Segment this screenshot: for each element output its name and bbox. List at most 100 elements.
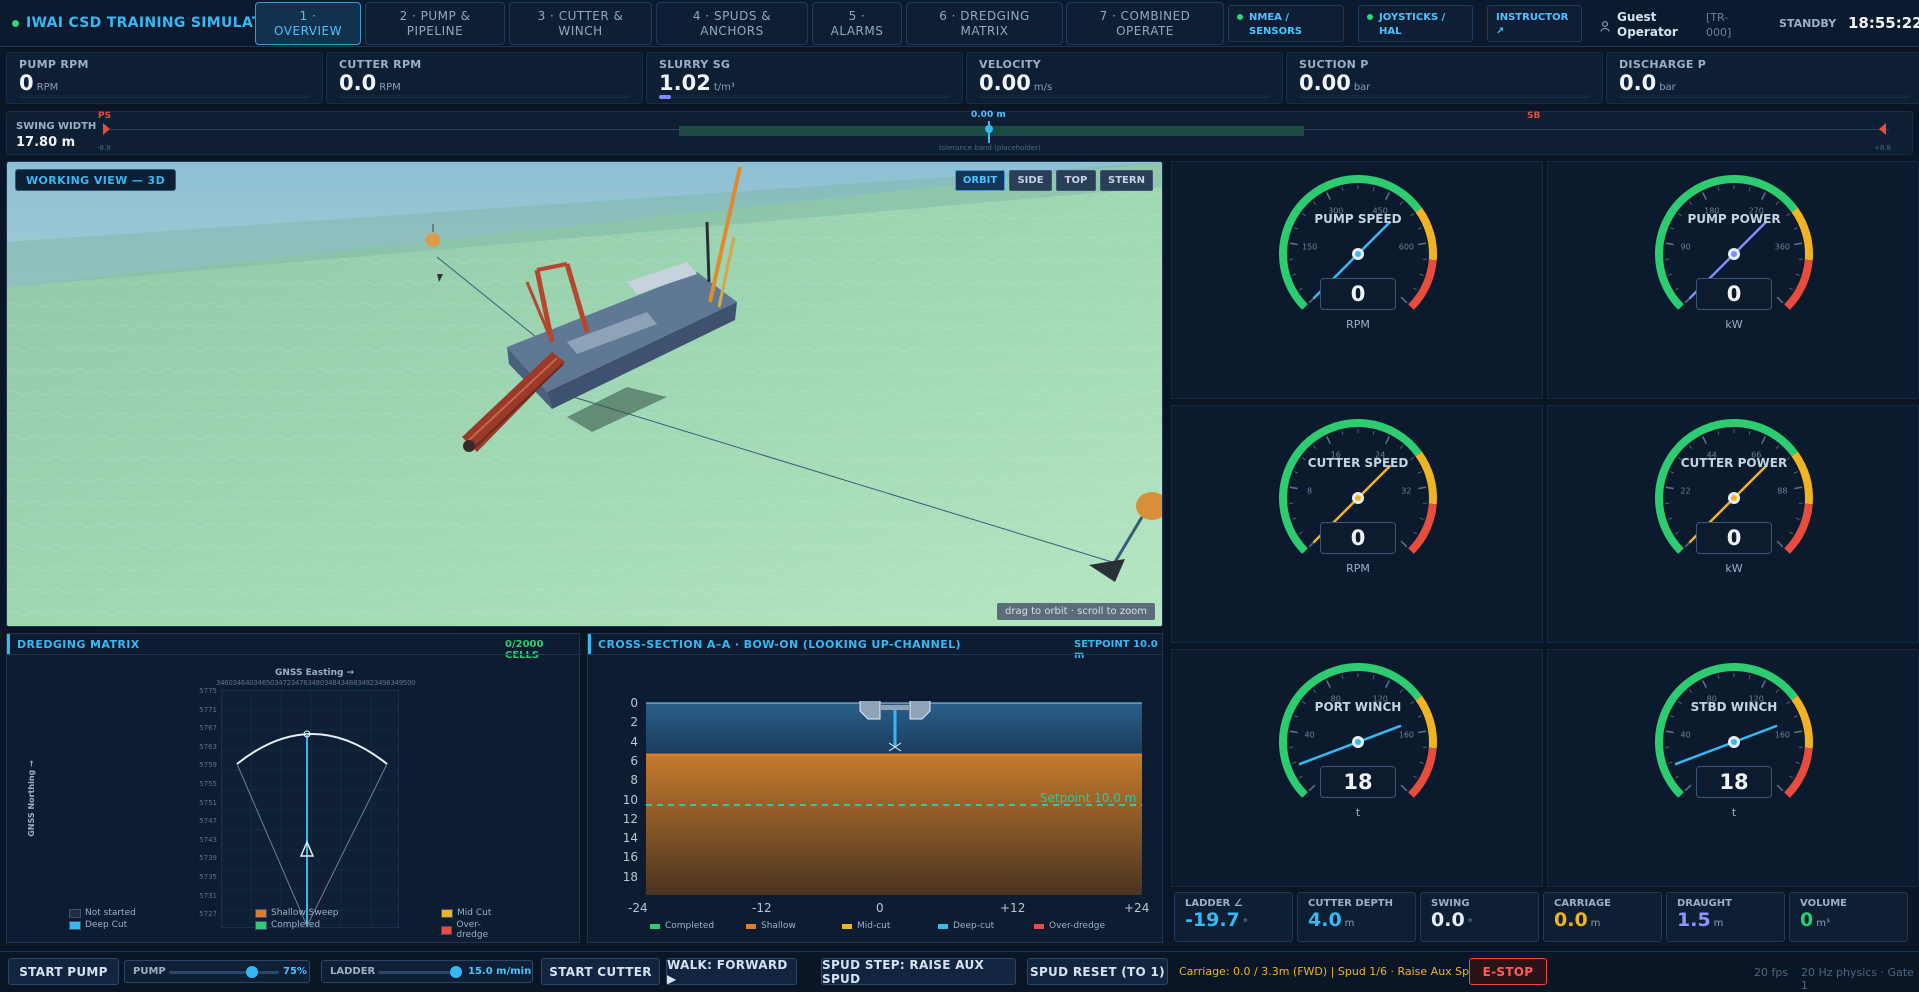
tab-label-2: ANCHORS bbox=[700, 23, 764, 38]
gauge-tick bbox=[1688, 689, 1693, 693]
ladder-slider-track[interactable] bbox=[378, 971, 460, 974]
gauge-title: STBD WINCH bbox=[1690, 700, 1778, 714]
swing-max-label: +8.8 bbox=[1874, 144, 1891, 152]
gauge-tick bbox=[1794, 486, 1803, 490]
status-card-value-row: 1.5 m bbox=[1677, 909, 1774, 931]
status-card-value-row: 0.0 ° bbox=[1431, 909, 1528, 931]
pump-slider[interactable]: PUMP 75% bbox=[124, 960, 310, 983]
legend-label: Shallow Sweep bbox=[271, 908, 339, 918]
gauge-tick bbox=[1795, 273, 1800, 276]
gauge: 90 180 270 360 PUMP POWER 0 kW bbox=[1547, 161, 1919, 399]
gauge-tick bbox=[1413, 287, 1418, 291]
legend-swatch bbox=[255, 920, 267, 930]
tab-overview[interactable]: 1 · OVERVIEW bbox=[255, 2, 361, 45]
cross-y-ticks: 0 2 4 6 8 10 12 14 16 18 bbox=[608, 696, 642, 896]
spud-step-button[interactable]: SPUD STEP: RAISE AUX SPUD bbox=[821, 958, 1016, 986]
pump-slider-track[interactable] bbox=[169, 971, 279, 974]
external-link-icon: ↗ bbox=[1496, 26, 1505, 37]
tab-dredging-matrix[interactable]: 6 · DREDGING MATRIX bbox=[906, 2, 1063, 45]
matrix-y-tick: 5731 bbox=[199, 891, 217, 900]
gauge-scale-label: 360 bbox=[1775, 242, 1790, 251]
user-id: [TR- 000] bbox=[1706, 10, 1731, 40]
gauge-tick bbox=[1298, 775, 1303, 779]
tab-cutter-winch[interactable]: 3 · CUTTER & WINCH bbox=[509, 2, 652, 45]
view-stern-button[interactable]: STERN bbox=[1100, 170, 1153, 191]
gauge-value: 0 bbox=[1726, 282, 1742, 306]
matrix-cell-count: 0/2000 CELLS bbox=[505, 639, 544, 661]
tab-pump-pipeline[interactable]: 2 · PUMP & PIPELINE bbox=[365, 2, 505, 45]
gauge-tick bbox=[1399, 445, 1404, 449]
ladder-slider-label: LADDER bbox=[330, 966, 376, 977]
start-pump-button[interactable]: START PUMP bbox=[8, 958, 119, 985]
gauge-tick bbox=[1308, 784, 1316, 792]
gauge-unit: kW bbox=[1725, 318, 1743, 331]
matrix-y-tick: 5747 bbox=[199, 817, 217, 826]
metric-value-row: 0 RPM bbox=[19, 71, 310, 95]
tab-label-2: ALARMS bbox=[830, 23, 884, 38]
gauge-unit: kW bbox=[1725, 562, 1743, 575]
gauge-tick bbox=[1776, 540, 1784, 548]
ladder-slider[interactable]: LADDER 15.0 m/min bbox=[321, 960, 533, 983]
gauge-tick bbox=[1775, 201, 1780, 205]
status-card-unit: m bbox=[1344, 918, 1355, 929]
scene-3d[interactable] bbox=[7, 162, 1163, 627]
ladder-slider-handle[interactable] bbox=[449, 966, 462, 978]
metric-card: SLURRY SG 1.02 t/m³ bbox=[646, 52, 963, 104]
status-card-unit: m bbox=[1590, 918, 1601, 929]
legend-label: Over-dredge bbox=[1049, 921, 1106, 931]
gauge-arc-alarm bbox=[1408, 503, 1437, 554]
view-orbit-button[interactable]: ORBIT bbox=[955, 170, 1005, 191]
working-view-3d[interactable]: WORKING VIEW — 3D ORBIT SIDE TOP STERN d… bbox=[6, 161, 1163, 627]
gauge-tick bbox=[1372, 674, 1375, 679]
walk-forward-button[interactable]: WALK: FORWARD ▶ bbox=[666, 958, 797, 986]
cross-legend: Completed Shallow Mid-cut Deep-cut Over-dred… bbox=[650, 921, 1150, 935]
chip-label-2: HAL bbox=[1379, 26, 1402, 37]
gauge-tick bbox=[1289, 486, 1298, 490]
swing-min-label: -8.8 bbox=[97, 144, 111, 152]
spud-reset-button[interactable]: SPUD RESET (TO 1) bbox=[1027, 958, 1168, 985]
joysticks-hal-chip[interactable]: JOYSTICKS / HAL bbox=[1358, 5, 1473, 42]
top-bar: IWAI CSD TRAINING SIMULATOR 1 · OVERVIEW … bbox=[0, 0, 1919, 47]
tab-alarms[interactable]: 5 · ALARMS bbox=[812, 2, 902, 45]
cross-y-tick: 12 bbox=[622, 811, 638, 826]
status-card: CUTTER DEPTH 4.0 m bbox=[1297, 892, 1416, 942]
status-card-value-row: 0.0 m bbox=[1554, 909, 1651, 931]
gauge-tick bbox=[1413, 531, 1418, 535]
view-title-badge: WORKING VIEW — 3D bbox=[15, 169, 177, 191]
legend-label: Deep-cut bbox=[953, 921, 995, 931]
metric-value-row: 0.00 bar bbox=[1299, 71, 1590, 95]
gauge-tick bbox=[1298, 287, 1303, 291]
status-card-label: LADDER ∠ bbox=[1185, 898, 1243, 909]
cross-x-tick: -12 bbox=[752, 901, 772, 915]
gauge-tick bbox=[1419, 517, 1424, 520]
tab-combined-operate[interactable]: 7 · COMBINED OPERATE bbox=[1066, 2, 1224, 45]
gauge-tick bbox=[1793, 715, 1798, 718]
nmea-sensors-chip[interactable]: NMEA / SENSORS bbox=[1228, 5, 1344, 42]
user-icon bbox=[1600, 17, 1610, 36]
gauge-scale-label: 150 bbox=[1302, 242, 1317, 251]
swing-label: SWING WIDTH bbox=[16, 121, 97, 132]
view-top-button[interactable]: TOP bbox=[1056, 170, 1096, 191]
matrix-y-tick: 5739 bbox=[199, 854, 217, 863]
matrix-y-tick: 5735 bbox=[199, 873, 217, 881]
gauge-tick bbox=[1312, 689, 1317, 693]
view-side-button[interactable]: SIDE bbox=[1009, 170, 1052, 191]
tab-label-2: WINCH bbox=[558, 23, 603, 38]
matrix-y-tick: 5763 bbox=[199, 742, 217, 751]
gauge-value: 0 bbox=[1350, 282, 1366, 306]
status-card-value: 1.5 bbox=[1677, 909, 1711, 931]
pump-slider-handle[interactable] bbox=[245, 966, 258, 978]
gauge-value: 0 bbox=[1350, 526, 1366, 550]
metric-bar bbox=[339, 95, 630, 99]
estop-button[interactable]: E-STOP bbox=[1469, 958, 1547, 985]
gauge-tick bbox=[1670, 227, 1675, 230]
legend-item: Shallow Sweep bbox=[255, 908, 339, 918]
user-name[interactable]: Guest Operator bbox=[1617, 10, 1678, 40]
tab-spuds-anchors[interactable]: 4 · SPUDS & ANCHORS bbox=[656, 2, 808, 45]
status-card: SWING 0.0 ° bbox=[1420, 892, 1539, 942]
legend-label: Mid-cut bbox=[857, 921, 891, 931]
metric-unit: RPM bbox=[36, 82, 59, 93]
instructor-button[interactable]: INSTRUCTOR ↗ bbox=[1487, 5, 1582, 42]
start-cutter-button[interactable]: START CUTTER bbox=[541, 958, 660, 985]
gauge: 40 80 120 160 PORT WINCH 18 t bbox=[1171, 649, 1543, 887]
